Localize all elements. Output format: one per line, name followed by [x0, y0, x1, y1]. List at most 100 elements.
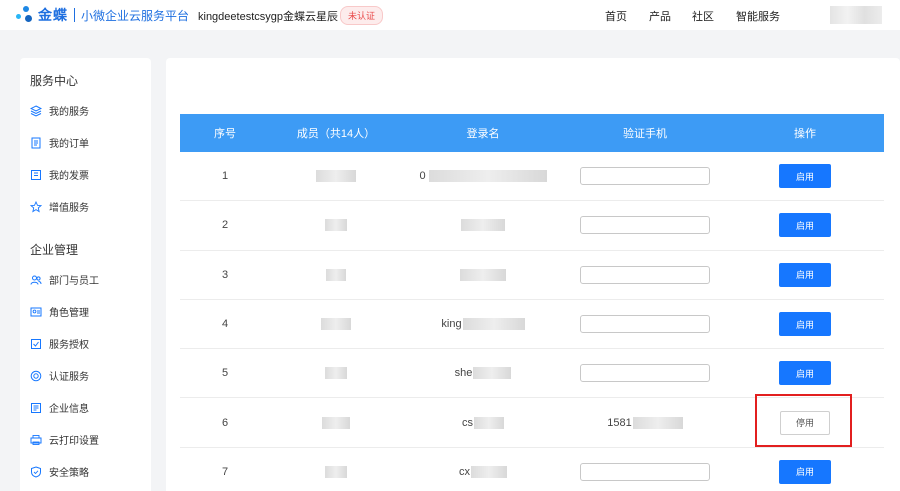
certification-status-badge[interactable]: 未认证	[340, 6, 384, 25]
kingdee-logo-icon	[16, 6, 34, 24]
login-name: cx	[402, 465, 564, 478]
enterprise-management-title: 企业管理	[30, 243, 79, 257]
action-cell: 启用	[726, 361, 884, 386]
login-name-redacted	[402, 219, 564, 232]
nav-smart-service[interactable]: 智能服务	[736, 8, 780, 24]
row-index: 4	[221, 318, 229, 331]
member-name-redacted	[270, 219, 402, 232]
row-index: 5	[221, 367, 229, 380]
sidebar-item-label: 安全策略	[49, 468, 89, 479]
company-info-icon	[30, 402, 42, 414]
nav-home[interactable]: 首页	[605, 8, 627, 24]
sidebar-item-security[interactable]: 安全策略	[30, 464, 89, 479]
phone-cell	[564, 364, 726, 383]
phone-cell	[564, 216, 726, 235]
member-name-redacted	[270, 318, 402, 331]
role-icon	[30, 306, 42, 318]
sidebar-item-roles[interactable]: 角色管理	[30, 304, 89, 319]
phone-input[interactable]	[580, 265, 710, 284]
phone-cell	[564, 462, 726, 481]
order-icon	[30, 137, 42, 149]
login-prefix: cx	[459, 465, 470, 478]
table-row: 1 0 启用	[180, 152, 884, 202]
invoice-icon	[30, 169, 42, 181]
top-header: 金蝶 小微企业云服务平台 kingdeetestcsygp金蝶云星辰 未认证 首…	[0, 0, 900, 30]
login-prefix: cs	[462, 416, 473, 429]
sidebar-item-certification[interactable]: 认证服务	[30, 368, 89, 383]
column-header-action: 操作	[794, 128, 816, 140]
enable-button[interactable]: 启用	[779, 213, 831, 238]
nav-products[interactable]: 产品	[649, 8, 671, 24]
brand-logo[interactable]: 金蝶 小微企业云服务平台	[16, 5, 189, 25]
sidebar-item-company-info[interactable]: 企业信息	[30, 400, 89, 415]
login-prefix: king	[441, 318, 462, 331]
row-index: 2	[221, 219, 229, 232]
printer-icon	[30, 434, 42, 446]
enable-button[interactable]: 启用	[779, 164, 831, 189]
login-prefix: 0	[419, 170, 426, 183]
phone-input[interactable]	[580, 315, 710, 334]
enable-button[interactable]: 启用	[779, 361, 831, 386]
phone-cell: 1581	[564, 416, 726, 429]
login-name-redacted	[402, 268, 564, 281]
member-name-redacted	[270, 465, 402, 478]
phone-input[interactable]	[580, 167, 710, 186]
sidebar-item-authorization[interactable]: 服务授权	[30, 336, 89, 351]
sidebar-item-my-invoices[interactable]: 我的发票	[30, 167, 89, 182]
member-name-redacted	[270, 268, 402, 281]
row-index: 3	[221, 268, 229, 281]
action-cell: 启用	[726, 459, 884, 484]
sidebar-item-my-orders[interactable]: 我的订单	[30, 135, 89, 150]
action-cell: 启用	[726, 164, 884, 189]
login-name: cs	[402, 416, 564, 429]
phone-cell	[564, 315, 726, 334]
column-header-member: 成员（共14人）	[296, 128, 376, 140]
sidebar-item-value-added[interactable]: 增值服务	[30, 199, 89, 214]
member-name-redacted	[270, 170, 402, 183]
company-name: kingdeetestcsygp金蝶云星辰	[198, 11, 338, 23]
phone-input[interactable]	[580, 364, 710, 383]
sidebar-item-cloud-print[interactable]: 云打印设置	[30, 432, 99, 447]
enable-button[interactable]: 启用	[779, 312, 831, 337]
sidebar-item-label: 服务授权	[49, 340, 89, 351]
column-header-index: 序号	[214, 128, 236, 140]
sidebar-item-label: 增值服务	[49, 203, 89, 214]
logo-divider	[74, 8, 75, 22]
sidebar-item-label: 我的服务	[49, 107, 89, 118]
member-name-redacted	[270, 416, 402, 429]
sidebar-item-label: 我的发票	[49, 171, 89, 182]
phone-input[interactable]	[580, 216, 710, 235]
login-name: king	[402, 318, 564, 331]
table-row: 3 启用	[180, 251, 884, 300]
service-center-title: 服务中心	[30, 74, 79, 88]
row-index: 7	[221, 465, 229, 478]
enable-button[interactable]: 启用	[779, 459, 831, 484]
logo-text: 金蝶	[38, 7, 68, 23]
phone-number: 1581	[607, 416, 632, 429]
star-icon	[30, 200, 42, 213]
sidebar-item-departments[interactable]: 部门与员工	[30, 272, 99, 287]
authorize-icon	[30, 338, 42, 350]
login-name: 0	[402, 170, 564, 183]
sidebar-item-my-services[interactable]: 我的服务	[30, 103, 89, 118]
phone-cell	[564, 265, 726, 284]
column-header-login: 登录名	[466, 128, 500, 140]
highlight-box	[755, 394, 852, 447]
sidebar-item-label: 企业信息	[49, 404, 89, 415]
table-row: 2 启用	[180, 201, 884, 251]
user-avatar[interactable]	[830, 6, 882, 24]
table-row: 5 she 启用	[180, 349, 884, 399]
phone-cell	[564, 167, 726, 186]
phone-input[interactable]	[580, 462, 710, 481]
action-cell: 启用	[726, 262, 884, 287]
enable-button[interactable]: 启用	[779, 262, 831, 287]
sidebar-item-label: 认证服务	[49, 372, 89, 383]
login-name: she	[402, 367, 564, 380]
table-row: 4 king 启用	[180, 300, 884, 350]
nav-community[interactable]: 社区	[692, 8, 714, 24]
certify-icon	[30, 370, 42, 382]
row-index: 6	[221, 416, 229, 429]
sidebar-item-label: 云打印设置	[49, 436, 99, 447]
sidebar-item-label: 部门与员工	[49, 276, 99, 287]
shield-icon	[30, 465, 42, 478]
